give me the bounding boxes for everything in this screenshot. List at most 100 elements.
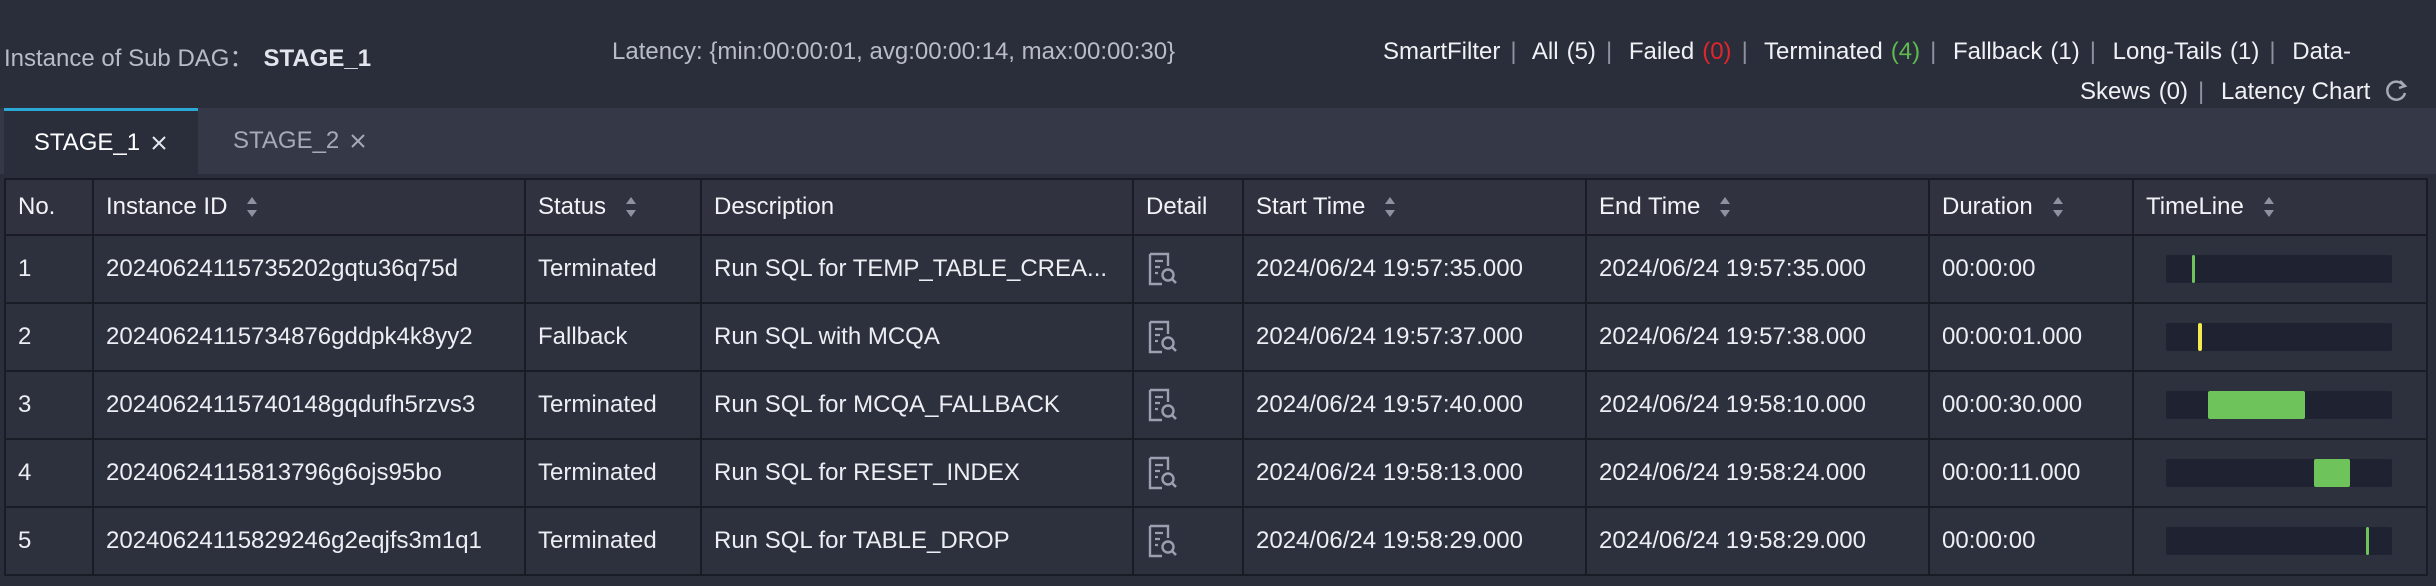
row-no: 2 — [4, 302, 94, 372]
col-description: Description — [700, 178, 1134, 236]
row-timeline — [2132, 302, 2428, 372]
detail-document-search-icon[interactable] — [1146, 388, 1178, 422]
tab-stage-1[interactable]: STAGE_1 — [4, 108, 198, 174]
sort-icon[interactable] — [624, 193, 638, 221]
row-duration: 00:00:01.000 — [1928, 302, 2134, 372]
timeline-bar — [2208, 391, 2305, 419]
top-bar: Instance of Sub DAG： STAGE_1 Latency: {mi… — [0, 0, 2436, 108]
row-end-time: 2024/06/24 19:58:29.000 — [1585, 506, 1930, 576]
detail-document-search-icon[interactable] — [1146, 524, 1178, 558]
timeline-bar — [2198, 323, 2202, 351]
row-instance-id[interactable]: 20240624115740148gqdufh5rzvs3 — [92, 370, 526, 440]
row-detail[interactable] — [1132, 506, 1244, 576]
row-start-time: 2024/06/24 19:57:40.000 — [1242, 370, 1587, 440]
col-instance-id[interactable]: Instance ID — [92, 178, 526, 236]
detail-document-search-icon[interactable] — [1146, 320, 1178, 354]
timeline-track — [2166, 459, 2392, 487]
col-status[interactable]: Status — [524, 178, 702, 236]
row-detail[interactable] — [1132, 302, 1244, 372]
row-status: Fallback — [524, 302, 702, 372]
row-instance-id[interactable]: 20240624115734876gddpk4k8yy2 — [92, 302, 526, 372]
smart-filter-label: SmartFilter — [1383, 38, 1501, 65]
row-description: Run SQL for TABLE_DROP — [700, 506, 1134, 576]
stage-tabs: STAGE_1 STAGE_2 — [0, 108, 2436, 174]
row-no: 5 — [4, 506, 94, 576]
row-instance-id[interactable]: 20240624115829246g2eqjfs3m1q1 — [92, 506, 526, 576]
row-start-time: 2024/06/24 19:58:13.000 — [1242, 438, 1587, 508]
row-timeline — [2132, 438, 2428, 508]
row-no: 3 — [4, 370, 94, 440]
row-end-time: 2024/06/24 19:58:10.000 — [1585, 370, 1930, 440]
row-detail[interactable] — [1132, 234, 1244, 304]
col-no: No. — [4, 178, 94, 236]
latency-summary: Latency: {min:00:00:01, avg:00:00:14, ma… — [612, 38, 1176, 65]
timeline-track — [2166, 527, 2392, 555]
filter-terminated[interactable]: Terminated (4) — [1764, 38, 1920, 65]
page-title: Instance of Sub DAG： STAGE_1 — [4, 38, 371, 73]
latency-chart-link[interactable]: Latency Chart — [2221, 78, 2370, 105]
sort-icon[interactable] — [245, 193, 259, 221]
row-no: 4 — [4, 438, 94, 508]
row-instance-id[interactable]: 20240624115813796g6ojs95bo — [92, 438, 526, 508]
detail-document-search-icon[interactable] — [1146, 252, 1178, 286]
close-icon[interactable] — [150, 134, 168, 152]
row-no: 1 — [4, 234, 94, 304]
row-duration: 00:00:30.000 — [1928, 370, 2134, 440]
row-start-time: 2024/06/24 19:57:35.000 — [1242, 234, 1587, 304]
row-detail[interactable] — [1132, 370, 1244, 440]
title-prefix: Instance of Sub DAG： — [4, 45, 254, 72]
row-description: Run SQL for RESET_INDEX — [700, 438, 1134, 508]
row-status: Terminated — [524, 234, 702, 304]
row-end-time: 2024/06/24 19:58:24.000 — [1585, 438, 1930, 508]
row-start-time: 2024/06/24 19:58:29.000 — [1242, 506, 1587, 576]
row-start-time: 2024/06/24 19:57:37.000 — [1242, 302, 1587, 372]
timeline-track — [2166, 323, 2392, 351]
row-status: Terminated — [524, 438, 702, 508]
tab-stage-2[interactable]: STAGE_2 — [233, 108, 367, 174]
table-row[interactable]: 2 20240624115734876gddpk4k8yy2 Fallback … — [4, 302, 2428, 372]
timeline-bar — [2314, 459, 2350, 487]
close-icon[interactable] — [349, 132, 367, 150]
col-end-time[interactable]: End Time — [1585, 178, 1930, 236]
col-timeline[interactable]: TimeLine — [2132, 178, 2428, 236]
filter-long-tails[interactable]: Long-Tails (1) — [2113, 38, 2260, 65]
filter-data-skews-part1[interactable]: Data- — [2292, 38, 2351, 65]
sort-icon[interactable] — [1718, 193, 1732, 221]
row-instance-id[interactable]: 20240624115735202gqtu36q75d — [92, 234, 526, 304]
row-timeline — [2132, 370, 2428, 440]
table-row[interactable]: 3 20240624115740148gqdufh5rzvs3 Terminat… — [4, 370, 2428, 440]
timeline-bar — [2366, 527, 2369, 555]
row-description: Run SQL for TEMP_TABLE_CREA... — [700, 234, 1134, 304]
timeline-bar — [2192, 255, 2195, 283]
filter-data-skews[interactable]: Skews (0) — [2080, 78, 2188, 105]
table-row[interactable]: 1 20240624115735202gqtu36q75d Terminated… — [4, 234, 2428, 304]
row-timeline — [2132, 234, 2428, 304]
sort-icon[interactable] — [2051, 193, 2065, 221]
col-detail: Detail — [1132, 178, 1244, 236]
row-duration: 00:00:00 — [1928, 234, 2134, 304]
sort-icon[interactable] — [1383, 193, 1397, 221]
col-duration[interactable]: Duration — [1928, 178, 2134, 236]
refresh-icon[interactable] — [2383, 78, 2409, 104]
row-status: Terminated — [524, 370, 702, 440]
row-description: Run SQL with MCQA — [700, 302, 1134, 372]
row-status: Terminated — [524, 506, 702, 576]
timeline-track — [2166, 255, 2392, 283]
row-detail[interactable] — [1132, 438, 1244, 508]
filter-all[interactable]: All (5) — [1532, 38, 1596, 65]
timeline-track — [2166, 391, 2392, 419]
row-timeline — [2132, 506, 2428, 576]
table-row[interactable]: 4 20240624115813796g6ojs95bo Terminated … — [4, 438, 2428, 508]
title-stage: STAGE_1 — [263, 45, 372, 72]
table-row[interactable]: 5 20240624115829246g2eqjfs3m1q1 Terminat… — [4, 506, 2428, 576]
col-start-time[interactable]: Start Time — [1242, 178, 1587, 236]
row-end-time: 2024/06/24 19:57:38.000 — [1585, 302, 1930, 372]
row-end-time: 2024/06/24 19:57:35.000 — [1585, 234, 1930, 304]
filter-failed[interactable]: Failed (0) — [1629, 38, 1732, 65]
instances-table: No. Instance ID Status Description Detai… — [4, 178, 2428, 576]
row-duration: 00:00:11.000 — [1928, 438, 2134, 508]
row-duration: 00:00:00 — [1928, 506, 2134, 576]
sort-icon[interactable] — [2262, 193, 2276, 221]
detail-document-search-icon[interactable] — [1146, 456, 1178, 490]
filter-fallback[interactable]: Fallback (1) — [1953, 38, 2080, 65]
